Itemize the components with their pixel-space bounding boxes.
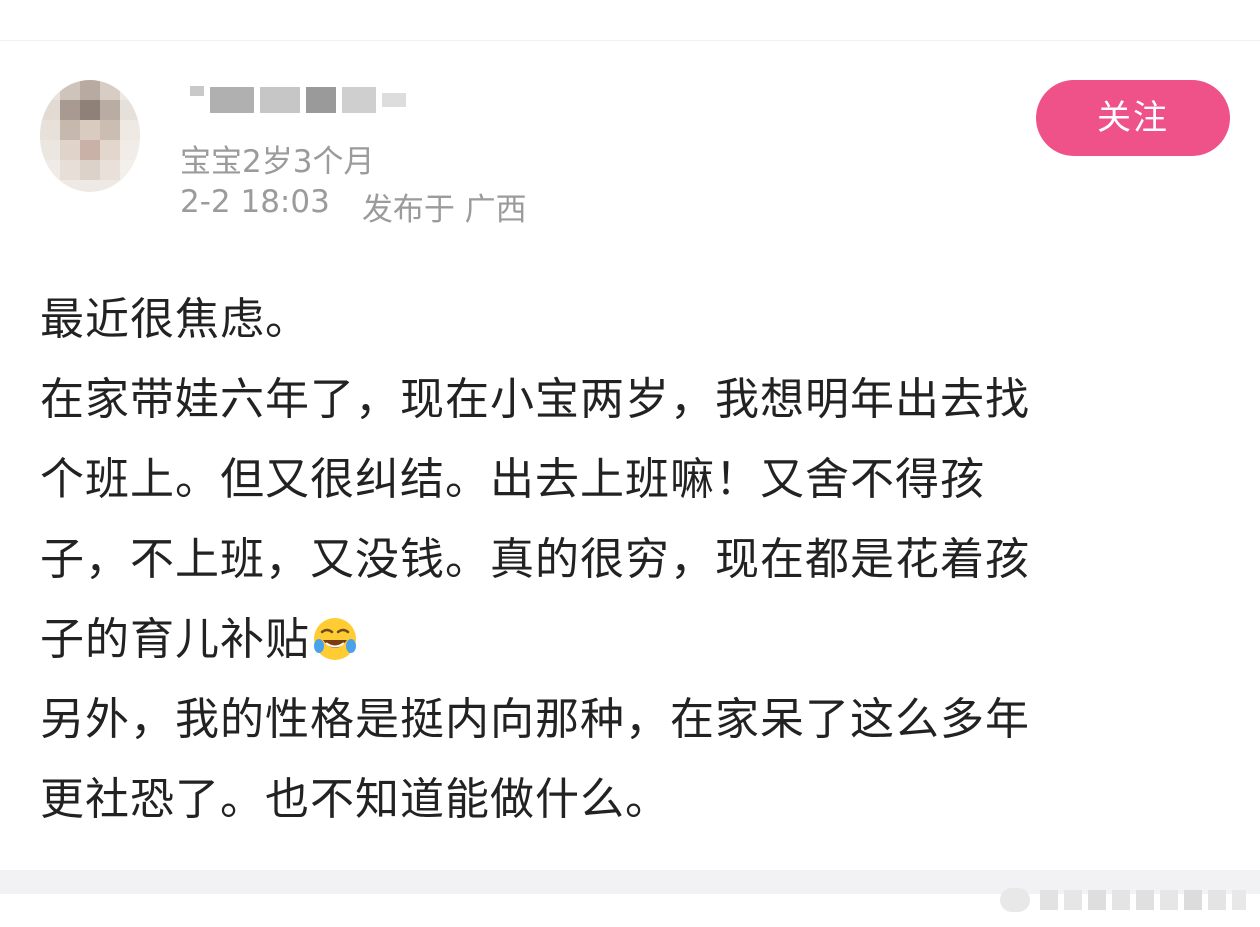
watermark: [1000, 880, 1250, 920]
top-divider: [0, 0, 1260, 41]
post-location: 发布于 广西: [361, 192, 527, 228]
username-blur-block: [210, 87, 254, 113]
post-line: 更社恐了。也不知道能做什么。: [40, 774, 670, 825]
username-blur-block: [382, 93, 406, 107]
post-line: 在家带娃六年了，现在小宝两岁，我想明年出去找: [40, 374, 1030, 425]
post-line: 子，不上班，又没钱。真的很穷，现在都是花着孩: [40, 534, 1030, 585]
post-date: 2-2 18:03: [180, 184, 330, 220]
crying-laughing-emoji-icon: [314, 618, 356, 660]
username-blur-block: [190, 86, 204, 96]
post-line-with-emoji: 子的育儿补贴: [40, 600, 1210, 680]
post-meta: 2-2 18:03 发布于 广西: [180, 184, 527, 229]
follow-button[interactable]: 关注: [1036, 80, 1230, 156]
post-line: 另外，我的性格是挺内向那种，在家呆了这么多年: [40, 694, 1030, 745]
avatar[interactable]: [40, 80, 140, 192]
username-blur-block: [260, 87, 300, 113]
username-blur-block: [342, 87, 376, 113]
baby-age: 宝宝2岁3个月: [180, 144, 375, 180]
post-line: 子的育儿补贴: [40, 614, 310, 665]
post-body: 最近很焦虑。 在家带娃六年了，现在小宝两岁，我想明年出去找 个班上。但又很纠结。…: [40, 280, 1210, 840]
username[interactable]: [190, 82, 412, 118]
watermark-icon: [1000, 888, 1246, 912]
post-line: 个班上。但又很纠结。出去上班嘛！又舍不得孩: [40, 454, 985, 505]
post-line: 最近很焦虑。: [40, 294, 310, 345]
username-blur-block: [306, 87, 336, 113]
